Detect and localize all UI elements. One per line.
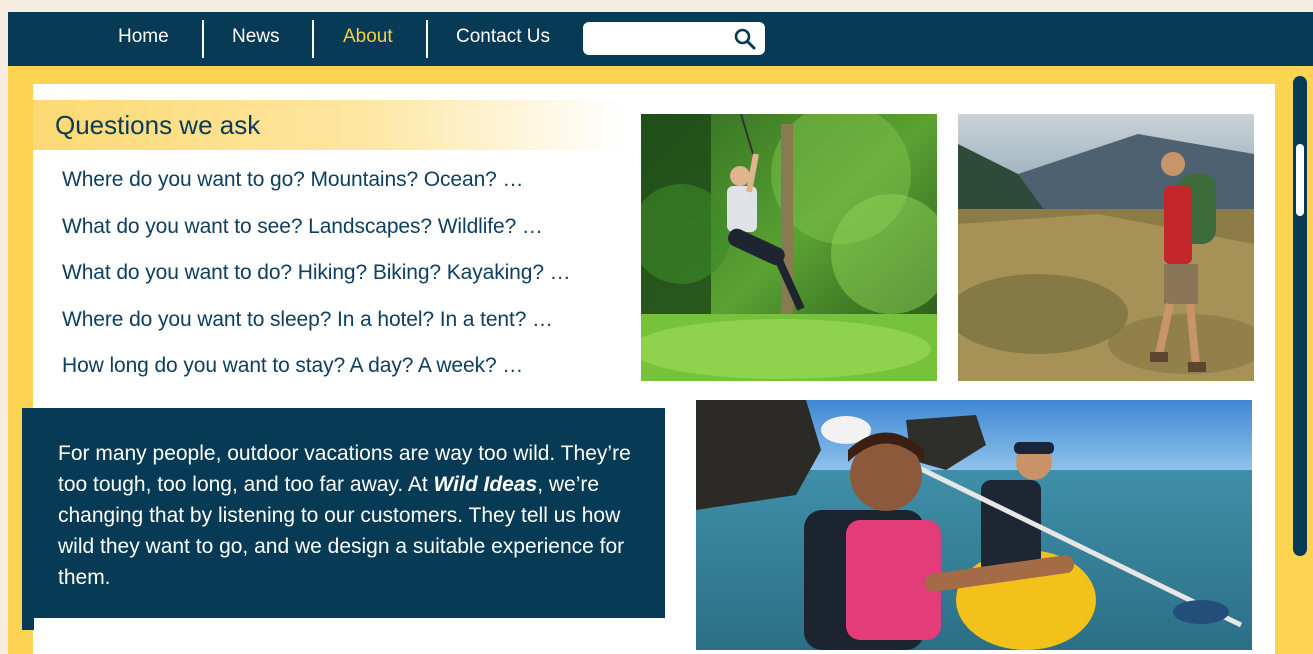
page-top-strip bbox=[0, 0, 1313, 12]
nav-separator bbox=[426, 20, 428, 58]
top-navigation: Home News About Contact Us bbox=[8, 12, 1313, 66]
question-item: How long do you want to stay? A day? A w… bbox=[62, 354, 524, 377]
zipline-photo bbox=[641, 114, 937, 381]
scrollbar-thumb[interactable] bbox=[1296, 144, 1304, 216]
nav-separator bbox=[202, 20, 204, 58]
scrollbar[interactable] bbox=[1293, 76, 1307, 556]
question-item: Where do you want to sleep? In a hotel? … bbox=[62, 307, 553, 331]
kayak-photo bbox=[696, 400, 1252, 650]
question-item: What do you want to do? Hiking? Biking? … bbox=[62, 261, 571, 284]
questions-title: Questions we ask bbox=[55, 110, 261, 140]
question-item: Where do you want to go? Mountains? Ocea… bbox=[62, 168, 524, 191]
brand-name: Wild Ideas bbox=[433, 473, 538, 496]
hiker-photo bbox=[958, 114, 1254, 381]
intro-text: For many people, outdoor vacations are w… bbox=[58, 438, 648, 593]
search-box bbox=[583, 22, 765, 55]
nav-item-about[interactable]: About bbox=[343, 26, 393, 48]
intro-box: For many people, outdoor vacations are w… bbox=[22, 408, 665, 618]
search-icon[interactable] bbox=[733, 27, 757, 51]
nav-item-home[interactable]: Home bbox=[118, 26, 169, 48]
question-item: What do you want to see? Landscapes? Wil… bbox=[62, 214, 543, 238]
nav-item-news[interactable]: News bbox=[232, 26, 280, 48]
search-input[interactable] bbox=[591, 27, 735, 51]
nav-separator bbox=[312, 20, 314, 58]
questions-header: Questions we ask bbox=[33, 100, 623, 150]
questions-list: Where do you want to go? Mountains? Ocea… bbox=[62, 168, 571, 401]
nav-item-contact-us[interactable]: Contact Us bbox=[456, 26, 550, 48]
